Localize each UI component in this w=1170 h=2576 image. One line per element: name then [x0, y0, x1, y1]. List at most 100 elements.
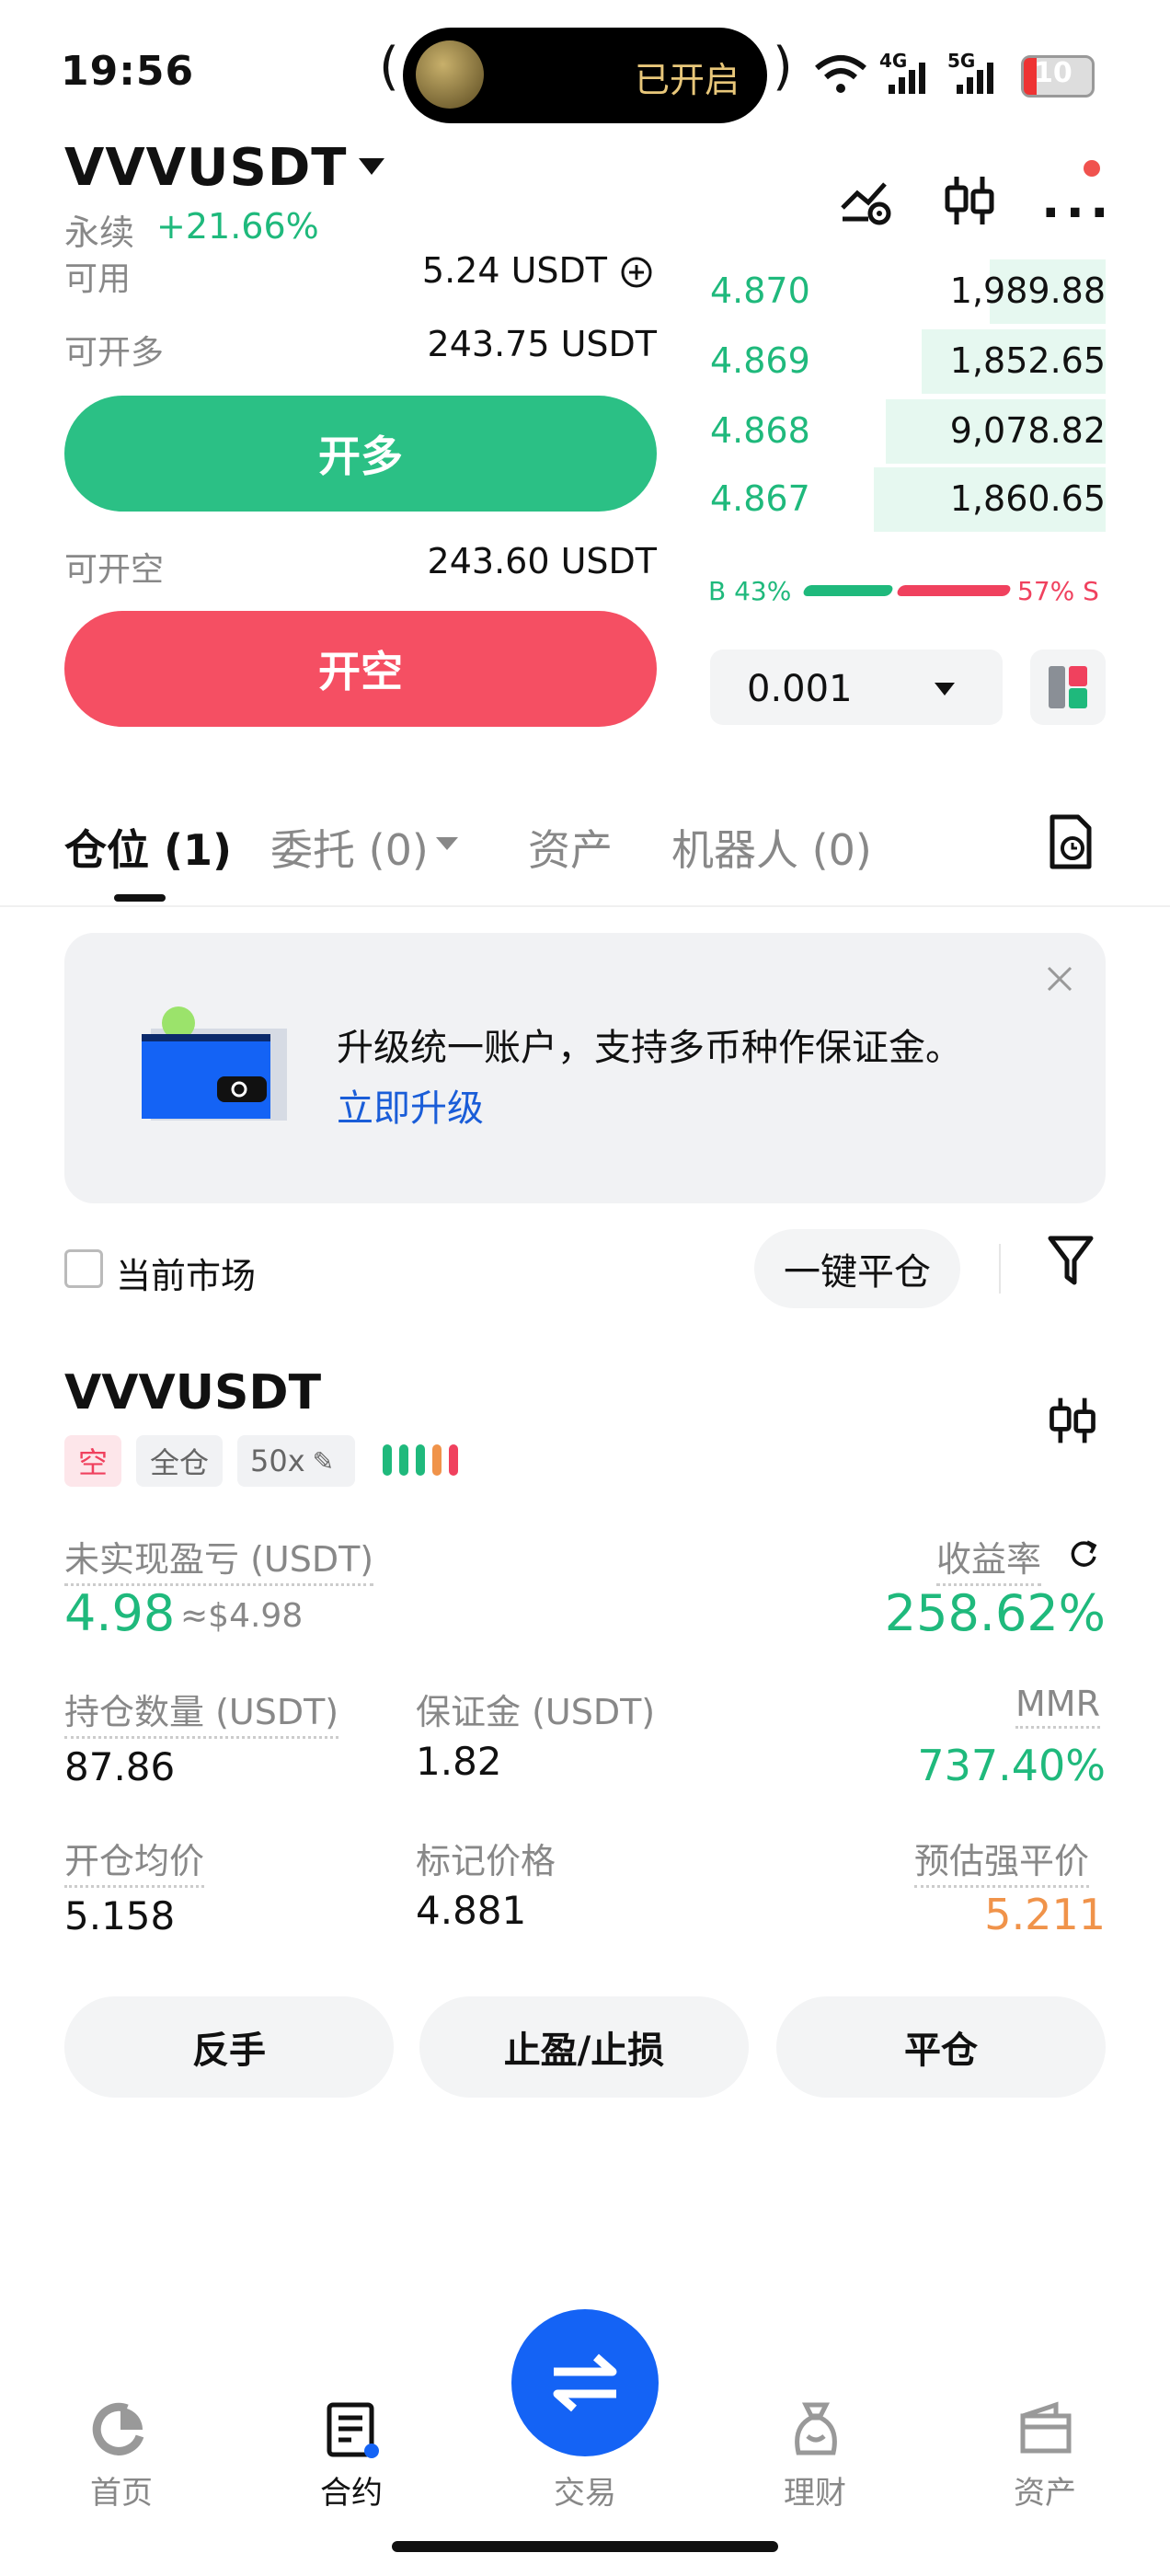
- order-book-row[interactable]: 4.869 1,852.65: [706, 329, 1106, 394]
- add-funds-icon[interactable]: [620, 256, 653, 289]
- nav-assets-label: 资产: [1014, 2475, 1076, 2512]
- banner-message: 升级统一账户，支持多币种作保证金。: [337, 1027, 962, 1069]
- bid-price: 4.869: [710, 340, 810, 381]
- orderbook-layout-button[interactable]: [1030, 650, 1106, 725]
- position-symbol[interactable]: VVVUSDT: [64, 1365, 321, 1420]
- tab-orders[interactable]: 委托 (0): [270, 817, 429, 878]
- risk-meter-bar-3: [416, 1444, 425, 1476]
- long-max-label: 可开多: [64, 334, 165, 372]
- wifi-icon: [815, 55, 866, 93]
- roe-value: 258.62%: [884, 1584, 1106, 1642]
- battery-percent: 10: [1034, 57, 1072, 89]
- tab-assets[interactable]: 资产: [528, 817, 613, 878]
- short-max-value: 243.60 USDT: [427, 541, 657, 581]
- entry-price-value: 5.158: [64, 1893, 176, 1938]
- nav-trade[interactable]: 交易: [511, 2399, 659, 2512]
- history-document-icon[interactable]: [1043, 813, 1098, 872]
- bid-qty: 9,078.82: [949, 410, 1106, 451]
- margin-mode-tag: 全仓: [136, 1435, 223, 1487]
- contract-icon: [327, 2402, 379, 2458]
- status-time: 19:56: [61, 48, 195, 95]
- current-market-label[interactable]: 当前市场: [116, 1248, 256, 1298]
- order-book-row[interactable]: 4.867 1,860.65: [706, 467, 1106, 532]
- home-indicator: [392, 2541, 778, 2552]
- close-position-button[interactable]: 平仓: [776, 1996, 1106, 2098]
- unrealized-pnl-usd: ≈$4.98: [180, 1597, 304, 1635]
- contract-type: 永续: [64, 213, 135, 253]
- more-options-icon[interactable]: ···: [1041, 184, 1115, 242]
- close-all-button[interactable]: 一键平仓: [754, 1229, 960, 1308]
- upgrade-now-link[interactable]: 立即升级: [337, 1078, 484, 1132]
- liq-price-label: 预估强平价: [914, 1833, 1090, 1888]
- roe-label: 收益率: [936, 1531, 1042, 1586]
- filter-divider: [999, 1244, 1001, 1294]
- chevron-down-icon[interactable]: [436, 837, 458, 850]
- leverage-tag[interactable]: 50x ✎: [237, 1435, 355, 1487]
- risk-meter-bar-2: [399, 1444, 408, 1476]
- cell-signal-icon-2: [957, 63, 993, 94]
- risk-meter-bar-4: [432, 1444, 442, 1476]
- risk-meter-bar-1: [383, 1444, 392, 1476]
- flashlight-icon: [416, 40, 484, 109]
- edit-icon: ✎: [312, 1445, 335, 1477]
- price-change: +21.66%: [156, 206, 319, 247]
- candlestick-chart-icon[interactable]: [1045, 1391, 1100, 1450]
- wallet-illustration-icon: [142, 1006, 287, 1121]
- nav-finance[interactable]: 理财: [741, 2399, 889, 2512]
- current-market-checkbox[interactable]: [64, 1249, 103, 1288]
- nav-assets[interactable]: 资产: [971, 2399, 1118, 2512]
- open-short-button[interactable]: 开空: [64, 611, 657, 727]
- tpsl-button[interactable]: 止盈/止损: [419, 1996, 749, 2098]
- island-status-text: 已开启: [635, 60, 740, 100]
- nav-contract[interactable]: 合约: [278, 2399, 425, 2512]
- tab-bots[interactable]: 机器人 (0): [671, 817, 872, 878]
- unrealized-pnl-label: 未实现盈亏 (USDT): [64, 1531, 374, 1586]
- layout-icon: [1049, 666, 1087, 708]
- bid-price: 4.868: [710, 410, 810, 451]
- wallet-icon: [1020, 2401, 1072, 2454]
- bid-qty: 1,852.65: [949, 340, 1106, 381]
- trend-settings-icon[interactable]: [837, 171, 896, 230]
- active-tab-indicator: [114, 894, 166, 902]
- notification-dot: [1084, 160, 1100, 177]
- position-size-label: 持仓数量 (USDT): [64, 1684, 339, 1739]
- finance-icon: [795, 2402, 837, 2455]
- bid-qty: 1,860.65: [949, 478, 1106, 519]
- available-value: 5.24 USDT: [421, 250, 607, 291]
- nav-trade-label: 交易: [554, 2475, 616, 2512]
- order-book-row[interactable]: 4.870 1,989.88: [706, 259, 1106, 324]
- reverse-position-button[interactable]: 反手: [64, 1996, 394, 2098]
- home-icon: [92, 2402, 144, 2455]
- refresh-icon[interactable]: [1067, 1536, 1100, 1570]
- short-max-label: 可开空: [64, 551, 165, 589]
- nav-contract-label: 合约: [320, 2475, 383, 2512]
- cell-signal-icon: [889, 63, 925, 94]
- risk-meter-bar-5: [449, 1444, 458, 1476]
- close-icon[interactable]: [1045, 964, 1074, 994]
- side-tag: 空: [64, 1435, 121, 1487]
- open-long-button[interactable]: 开多: [64, 396, 657, 512]
- position-size-value: 87.86: [64, 1744, 176, 1789]
- order-book-row[interactable]: 4.868 9,078.82: [706, 399, 1106, 464]
- margin-label: 保证金 (USDT): [416, 1692, 656, 1732]
- precision-value: 0.001: [747, 668, 853, 710]
- filter-icon[interactable]: [1045, 1233, 1096, 1288]
- mark-price-value: 4.881: [416, 1888, 527, 1933]
- candlestick-chart-icon[interactable]: [940, 171, 999, 230]
- mmr-label: MMR: [1015, 1684, 1100, 1729]
- sell-ratio: 57% S: [1017, 576, 1099, 606]
- bid-qty: 1,989.88: [949, 270, 1106, 311]
- chevron-down-icon[interactable]: [359, 158, 384, 175]
- available-label: 可用: [64, 260, 132, 298]
- buy-ratio-bar: [801, 585, 895, 596]
- bid-price: 4.867: [710, 478, 810, 519]
- liq-price-value: 5.211: [984, 1890, 1106, 1939]
- tab-positions[interactable]: 仓位 (1): [64, 817, 232, 878]
- nav-home[interactable]: 首页: [48, 2399, 195, 2512]
- nav-home-label: 首页: [90, 2475, 153, 2512]
- mmr-value: 737.40%: [917, 1741, 1106, 1790]
- tabs-divider: [0, 905, 1170, 907]
- island-left-bracket: (: [379, 37, 399, 97]
- chevron-down-icon[interactable]: [935, 683, 955, 696]
- symbol-selector[interactable]: VVVUSDT: [64, 138, 348, 198]
